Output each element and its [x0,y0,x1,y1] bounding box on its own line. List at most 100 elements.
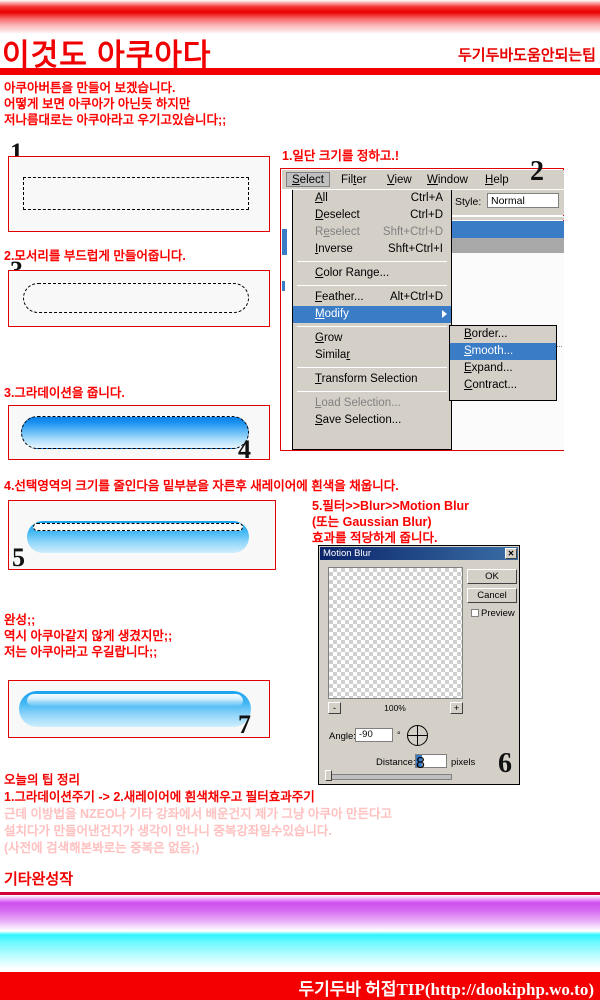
menu-item-color-range[interactable]: Color Range... [293,265,451,282]
footer-cyan-gradient-band [0,931,600,969]
result-line-3: 저는 아쿠아라고 우길랍니다;; [4,645,158,659]
result-canvas-frame [8,680,270,738]
summary-note-2: 설치다가 만들어낸건지가 생각이 안나니 중복강좌일수있습니다. [4,824,332,838]
result-line-2: 역시 아쿠아같지 않게 생겼지만;; [4,629,173,643]
photoshop-window: Select Filter View Window Help Style: No… [280,168,564,451]
step5-caption-line-3: 효과를 적당하게 줍니다. [312,531,438,545]
menu-item-grow[interactable]: Grow [293,330,451,347]
top-decorative-gradient-band [0,0,600,34]
menu-filter[interactable]: Filter [336,173,372,188]
step5-caption-line-2: (또는 Gaussian Blur) [312,515,432,529]
step4-caption: 4.선택영역의 크기를 줄인다음 밑부분을 자른후 새레이어에 흰색을 채웁니다… [4,479,399,493]
menu-item-transform-selection[interactable]: Transform Selection [293,371,451,388]
intro-text-block: 아쿠아버튼을 만들어 보겠습니다. 어떻게 보면 아쿠아가 아닌듯 하지만 저나… [4,80,404,128]
step3-canvas-frame [8,405,270,460]
summary-block: 오늘의 팁 정리 1.그라데이션주기 -> 2.새레이어에 흰색채우고 필터효과… [4,772,474,857]
step5-caption-line-1: 5.필터>>Blur>>Motion Blur [312,499,470,513]
intro-line-3: 저나름대로는 아쿠아라고 우기고있습니다;; [4,113,227,127]
menu-separator-3 [297,326,447,327]
step2-canvas-frame [8,270,270,327]
step-number-7: 7 [238,710,251,739]
intro-line-1: 아쿠아버튼을 만들어 보겠습니다. [4,81,176,95]
etc-gallery-title: 기타완성작 [4,871,74,888]
submenu-item-contract[interactable]: Contract... [450,377,556,394]
accel-inverse: Shft+Ctrl+I [388,243,443,255]
degree-symbol: ° [397,730,401,740]
header-divider-rule [0,68,600,75]
step-number-4: 4 [238,435,251,464]
submenu-item-smooth[interactable]: Smooth... [450,343,556,360]
step4-canvas-frame [8,500,276,570]
motion-blur-titlebar: Motion Blur [320,547,518,560]
menu-separator-5 [297,391,447,392]
select-dropdown-menu: All Ctrl+A Deselect Ctrl+D Reselect Shft+Ct… [292,190,452,450]
preview-checkbox-label: Preview [481,608,515,619]
menu-item-deselect[interactable]: Deselect Ctrl+D [293,207,451,224]
result-line-1: 완성;; [4,613,36,627]
menu-item-reselect: Reselect Shft+Ctrl+D [293,224,451,241]
motion-blur-dialog: Motion Blur ✕ - 100% + OK Cancel Preview… [318,545,520,785]
accel-deselect: Ctrl+D [410,209,443,221]
menu-item-all[interactable]: All Ctrl+A [293,190,451,207]
distance-input-selection: 8 [416,755,425,772]
submenu-item-border[interactable]: Border... [450,326,556,343]
photoshop-menubar: Select Filter View Window Help [282,170,564,190]
checkbox-check-icon [471,609,479,617]
ok-button[interactable]: OK [467,569,517,584]
zoom-level-label: 100% [384,703,406,713]
accel-reselect: Shft+Ctrl+D [382,226,443,238]
photoshop-selected-layer-row[interactable] [451,221,564,238]
cancel-button[interactable]: Cancel [467,588,517,603]
preview-checkbox[interactable]: Preview [471,608,515,619]
menu-separator-2 [297,285,447,286]
photoshop-palette-swatch-a [282,229,287,255]
close-icon[interactable]: ✕ [505,548,517,559]
modify-submenu: Border... Smooth... Expand... Contract..… [449,325,557,401]
final-aqua-button-gloss [27,694,243,706]
photoshop-panel-strip [451,216,564,220]
step4-white-fill-selection [33,523,243,531]
distance-units-label: pixels [451,757,476,768]
step2-caption: 2.모서리를 부드럽게 만들어줍니다. [4,249,186,263]
menu-separator-1 [297,261,447,262]
menu-item-modify[interactable]: Modify [293,306,451,323]
menu-select[interactable]: Select [286,172,330,187]
menu-help[interactable]: Help [480,173,514,188]
zoom-out-button[interactable]: - [328,702,341,714]
style-dropdown[interactable]: Normal [487,193,559,208]
menu-window[interactable]: Window [422,173,473,188]
menu-item-save-selection[interactable]: Save Selection... [293,412,451,429]
step-number-5: 5 [12,543,25,572]
photoshop-layer-row[interactable] [451,238,564,253]
menu-item-feather[interactable]: Feather... Alt+Ctrl+D [293,289,451,306]
step1-caption: 1.일단 크기를 정하고.! [282,149,400,163]
menu-item-load-selection: Load Selection... [315,397,401,409]
motion-blur-preview-canvas[interactable] [328,567,463,699]
summary-note-1: 근데 이방법을 NZEO나 기타 강좌에서 배운건지 제가 그냥 아쿠아 만든다… [4,807,392,821]
distance-label: Distance: [376,757,416,768]
photoshop-palette-swatch-b [282,281,285,291]
zoom-in-button[interactable]: + [450,702,463,714]
menu-view[interactable]: View [382,173,417,188]
menu-item-inverse[interactable]: Inverse Shft+Ctrl+I [293,241,451,258]
menu-item-similar[interactable]: Similar [293,347,451,364]
angle-input[interactable]: -90 [355,728,393,742]
final-aqua-button [19,691,251,727]
angle-dial-control[interactable] [407,725,428,746]
menu-separator-4 [297,367,447,368]
intro-line-2: 어떻게 보면 아쿠아가 아닌듯 하지만 [4,97,191,111]
step1-canvas-frame [8,156,270,232]
photoshop-options-bar: Style: Normal [451,190,564,215]
angle-label: Angle: [329,731,356,742]
submenu-item-expand[interactable]: Expand... [450,360,556,377]
step-number-6: 6 [498,748,512,779]
header-site-label: 두기두바도움안되는팁 [457,47,596,64]
footer-purple-gradient-band [0,895,600,931]
step-number-2: 2 [530,156,544,187]
summary-note-3: (사전에 검색해본봐로는 중복은 없음;) [4,841,200,855]
step3-gradient-button [21,416,249,449]
summary-recipe: 1.그라데이션주기 -> 2.새레이어에 흰색채우고 필터효과주기 [4,790,315,804]
accel-all: Ctrl+A [410,192,443,204]
footer-credit-link[interactable]: 두기두바 허접TIP(http://dookiphp.wo.to) [298,975,594,1000]
accel-feather: Alt+Ctrl+D [389,291,443,303]
